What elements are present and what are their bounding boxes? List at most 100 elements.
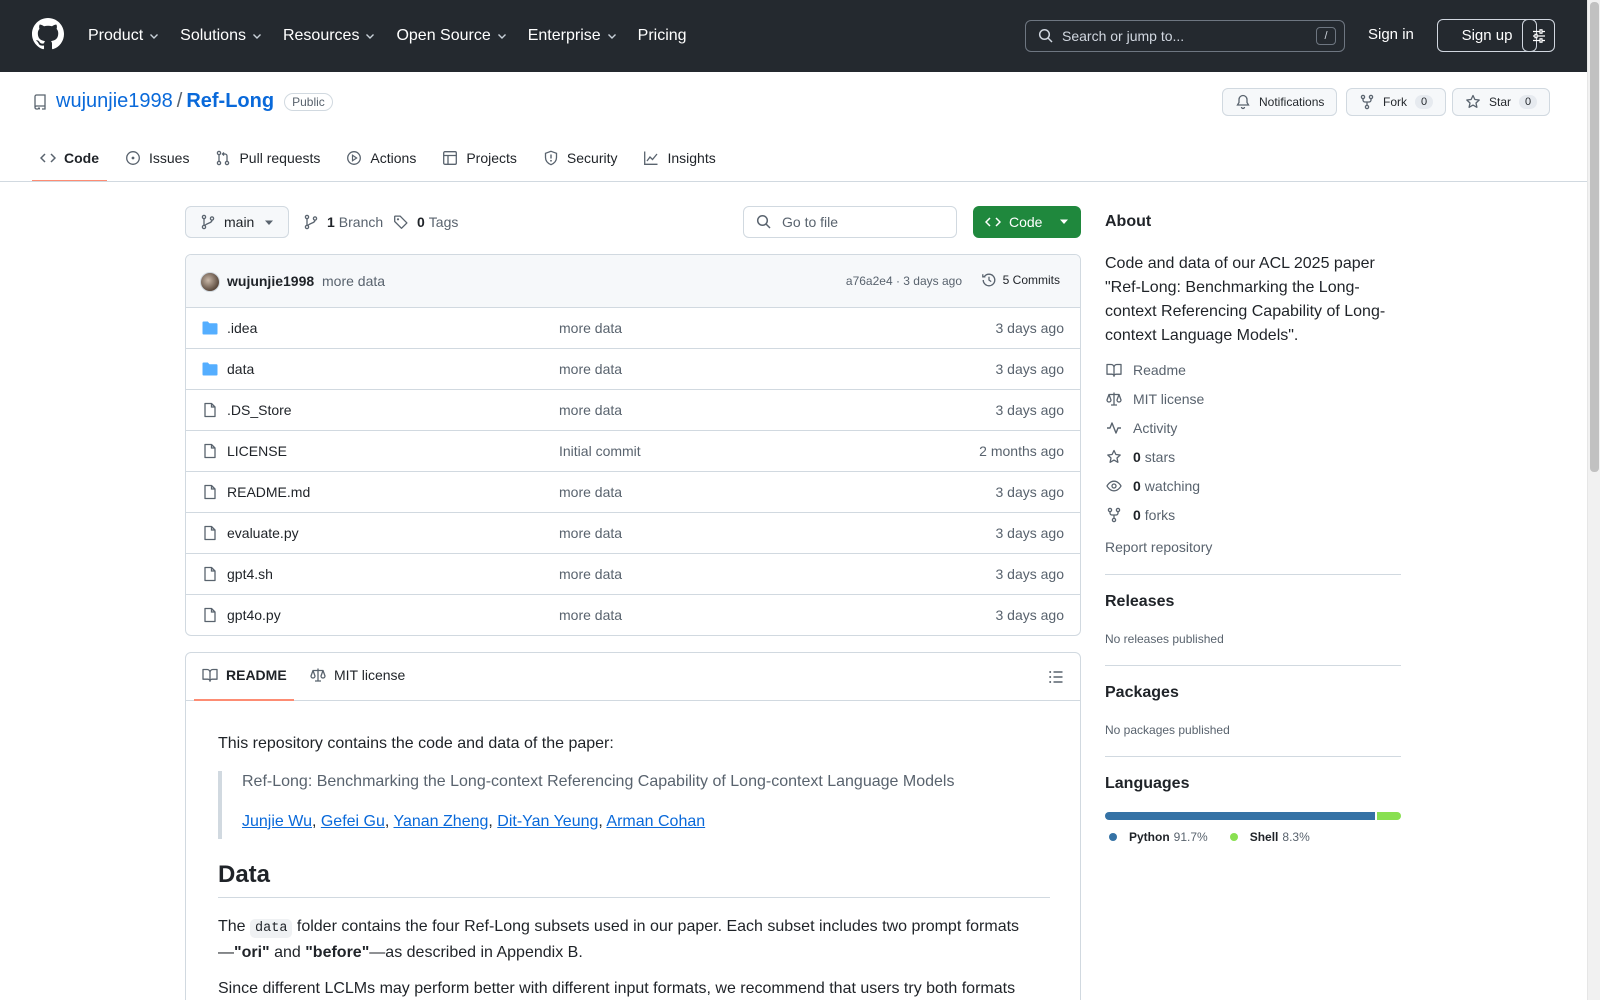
readme-heading-data: Data xyxy=(218,861,1050,898)
commit-author-link[interactable]: wujunjie1998 xyxy=(227,273,314,289)
releases-heading[interactable]: Releases xyxy=(1105,593,1174,611)
file-commit-message-link[interactable]: more data xyxy=(559,607,622,623)
notifications-button[interactable]: Notifications xyxy=(1222,88,1338,116)
nav-product[interactable]: Product xyxy=(88,24,160,48)
file-commit-message-link[interactable]: more data xyxy=(559,320,622,336)
tab-issues[interactable]: Issues xyxy=(117,142,197,182)
global-header: Product Solutions Resources Open Source … xyxy=(0,0,1587,72)
file-commit-message-link[interactable]: Initial commit xyxy=(559,443,641,459)
commits-history-link[interactable]: 5 Commits xyxy=(981,272,1060,288)
tab-security[interactable]: Security xyxy=(535,142,626,182)
avatar[interactable] xyxy=(200,272,220,292)
activity-link-label: Activity xyxy=(1133,420,1178,436)
file-commit-message-link[interactable]: more data xyxy=(559,525,622,541)
star-button[interactable]: Star 0 xyxy=(1452,88,1551,116)
nav-open-source[interactable]: Open Source xyxy=(396,24,507,48)
packages-heading[interactable]: Packages xyxy=(1105,684,1179,702)
license-link[interactable]: MIT license xyxy=(1105,391,1204,407)
commit-sha-link[interactable]: a76a2e4 · 3 days ago xyxy=(846,274,962,288)
file-row[interactable]: gpt4.sh more data 3 days ago xyxy=(186,554,1080,595)
author-separator: , xyxy=(384,813,394,830)
sign-in-link[interactable]: Sign in xyxy=(1368,26,1414,43)
author-link[interactable]: Yanan Zheng xyxy=(394,813,489,830)
nav-resources[interactable]: Resources xyxy=(283,24,376,48)
fork-label: Fork xyxy=(1383,95,1407,109)
file-commit-message-link[interactable]: more data xyxy=(559,361,622,377)
commit-message-link[interactable]: more data xyxy=(322,273,385,289)
table-of-contents-button[interactable] xyxy=(1048,669,1064,685)
code-dropdown-button[interactable]: Code xyxy=(973,206,1081,238)
packages-empty-text: No packages published xyxy=(1105,723,1230,737)
language-bar-segment xyxy=(1105,812,1375,820)
tag-label: Tags xyxy=(428,214,459,230)
fork-button[interactable]: Fork 0 xyxy=(1346,88,1447,116)
tab-code[interactable]: Code xyxy=(32,142,107,182)
branches-link[interactable]: 1 Branch xyxy=(303,214,383,230)
file-name-link[interactable]: .idea xyxy=(227,320,257,336)
shield-icon xyxy=(544,150,558,166)
sidebar-menu-button[interactable] xyxy=(1522,19,1555,52)
file-commit-message-link[interactable]: more data xyxy=(559,566,622,582)
repo-owner-link[interactable]: wujunjie1998 xyxy=(56,90,173,113)
go-to-file-input[interactable]: Go to file xyxy=(743,206,957,238)
stars-count: 0 xyxy=(1133,449,1141,465)
readme-tab[interactable]: README xyxy=(202,667,287,683)
nav-solutions[interactable]: Solutions xyxy=(180,24,263,48)
branch-select-button[interactable]: main xyxy=(185,206,289,238)
file-row[interactable]: evaluate.py more data 3 days ago xyxy=(186,513,1080,554)
file-commit-date: 2 months ago xyxy=(979,443,1064,459)
file-row[interactable]: LICENSE Initial commit 2 months ago xyxy=(186,431,1080,472)
global-search-input[interactable]: Search or jump to... / xyxy=(1025,20,1345,52)
forks-link[interactable]: 0 forks xyxy=(1105,507,1175,523)
tab-insights[interactable]: Insights xyxy=(635,142,723,182)
watching-link[interactable]: 0 watching xyxy=(1105,478,1200,494)
file-icon xyxy=(204,607,216,623)
tab-pull-requests[interactable]: Pull requests xyxy=(207,142,328,182)
file-name-link[interactable]: evaluate.py xyxy=(227,525,299,541)
file-name-link[interactable]: README.md xyxy=(227,484,310,500)
author-link[interactable]: Dit-Yan Yeung xyxy=(497,813,598,830)
folder-icon-wrap xyxy=(202,361,218,377)
language-item[interactable]: Python 91.7% xyxy=(1109,830,1208,844)
author-link[interactable]: Arman Cohan xyxy=(606,813,705,830)
file-row[interactable]: gpt4o.py more data 3 days ago xyxy=(186,595,1080,635)
file-name-link[interactable]: LICENSE xyxy=(227,443,287,459)
file-name-link[interactable]: data xyxy=(227,361,254,377)
file-commit-date: 3 days ago xyxy=(995,484,1065,500)
file-row[interactable]: README.md more data 3 days ago xyxy=(186,472,1080,513)
file-commit-message-link[interactable]: more data xyxy=(559,484,622,500)
language-item[interactable]: Shell 8.3% xyxy=(1229,830,1310,844)
author-link[interactable]: Junjie Wu xyxy=(242,813,312,830)
activity-link[interactable]: Activity xyxy=(1105,420,1177,436)
tab-actions[interactable]: Actions xyxy=(338,142,424,182)
nav-enterprise[interactable]: Enterprise xyxy=(528,24,618,48)
scrollbar-thumb[interactable] xyxy=(1590,2,1599,472)
repo-name-link[interactable]: Ref-Long xyxy=(186,90,274,113)
file-row[interactable]: .idea more data 3 days ago xyxy=(186,308,1080,349)
file-name-link[interactable]: .DS_Store xyxy=(227,402,292,418)
tab-projects[interactable]: Projects xyxy=(434,142,525,182)
file-commit-date: 3 days ago xyxy=(995,566,1065,582)
file-name-link[interactable]: gpt4o.py xyxy=(227,607,281,623)
file-row[interactable]: .DS_Store more data 3 days ago xyxy=(186,390,1080,431)
stars-link[interactable]: 0 stars xyxy=(1105,449,1175,465)
readme-link[interactable]: Readme xyxy=(1105,362,1186,378)
file-name-link[interactable]: gpt4.sh xyxy=(227,566,273,582)
page-scrollbar[interactable] xyxy=(1587,0,1600,1000)
tags-link[interactable]: 0 Tags xyxy=(393,214,458,230)
author-link[interactable]: Gefei Gu xyxy=(321,813,385,830)
search-icon xyxy=(1038,28,1053,43)
file-commit-message-link[interactable]: more data xyxy=(559,402,622,418)
nav-pricing[interactable]: Pricing xyxy=(638,24,687,48)
report-repository-link[interactable]: Report repository xyxy=(1105,539,1212,555)
file-icon xyxy=(204,402,216,418)
github-logo-icon[interactable] xyxy=(32,18,64,50)
list-unordered-icon xyxy=(1049,671,1063,683)
code-button-label: Code xyxy=(1009,214,1043,230)
file-icon-wrap xyxy=(202,484,218,500)
license-link-label: MIT license xyxy=(1133,391,1205,407)
nav-open-source-label: Open Source xyxy=(396,27,491,44)
file-row[interactable]: data more data 3 days ago xyxy=(186,349,1080,390)
license-tab[interactable]: MIT license xyxy=(310,667,405,683)
nav-pricing-label: Pricing xyxy=(637,27,687,44)
